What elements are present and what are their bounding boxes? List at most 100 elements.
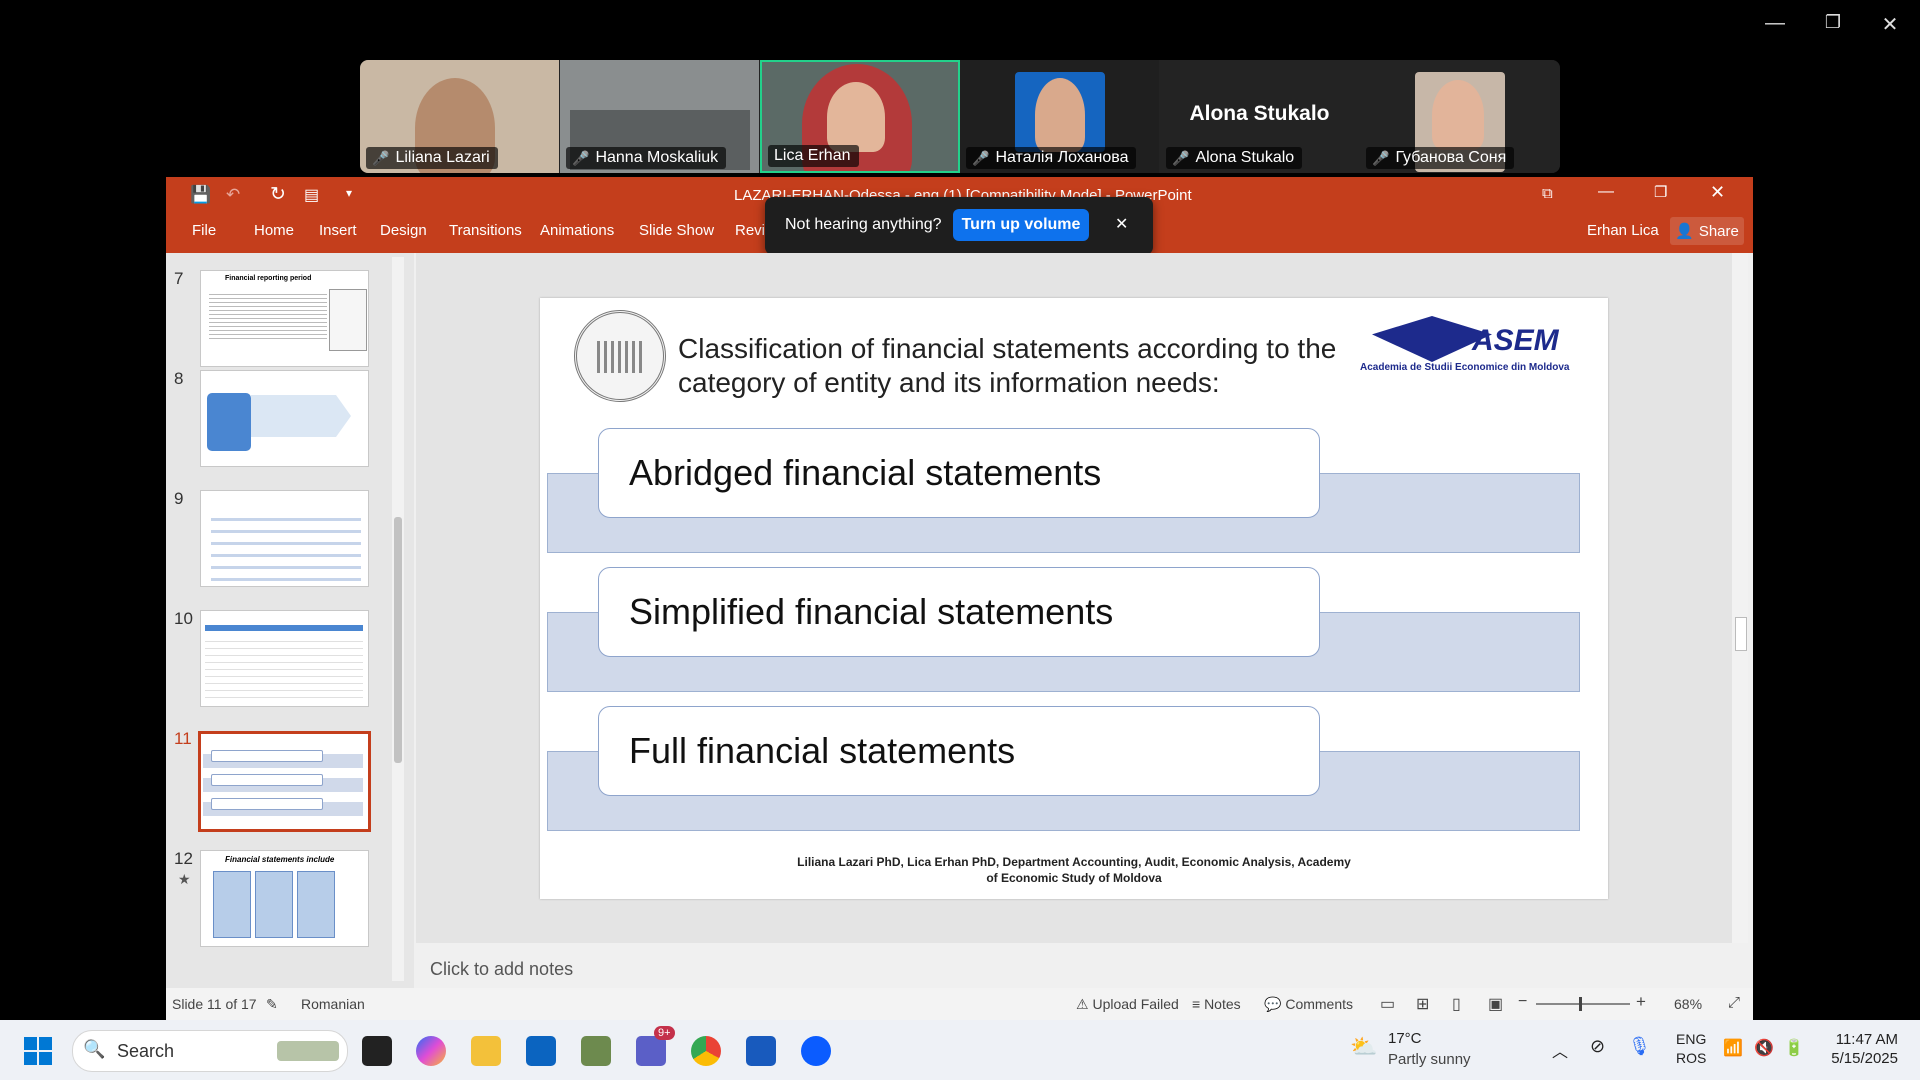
ribbon-display-icon[interactable]: ⧉ (1542, 185, 1553, 202)
reading-view-icon[interactable]: ▯ (1452, 994, 1461, 1014)
store-icon[interactable] (526, 1036, 556, 1066)
tab-insert[interactable]: Insert (319, 222, 357, 239)
participant-name: Alona Stukalo (1195, 149, 1295, 166)
save-icon[interactable]: 💾 (190, 185, 211, 205)
zoom-out-icon[interactable]: − (1518, 993, 1527, 1011)
slide-number: 12 (174, 849, 193, 868)
slide-thumbnail-panel: 7 Financial reporting period 8 9 10 11 1… (166, 253, 414, 988)
tab-animations[interactable]: Animations (540, 222, 614, 239)
slide-sorter-icon[interactable]: ⊞ (1416, 994, 1429, 1014)
slideshow-view-icon[interactable]: ▣ (1488, 994, 1503, 1014)
slide-number: 8 (174, 369, 184, 388)
notes-placeholder[interactable]: Click to add notes (430, 959, 573, 980)
participant-placeholder-name: Alona Stukalo (1189, 102, 1330, 125)
zoom-slider[interactable] (1536, 997, 1630, 1011)
person-icon: 👤 (1675, 223, 1694, 240)
share-button[interactable]: 👤 Share (1670, 217, 1744, 245)
classification-item-simplified[interactable]: Simplified financial statements (598, 567, 1320, 657)
status-bar: Slide 11 of 17 ✎ Romanian ⚠ Upload Faile… (166, 988, 1753, 1020)
customize-qat-icon[interactable]: ▾ (346, 186, 352, 200)
video-tile-alona[interactable]: Alona Stukalo 🎤 Alona Stukalo (1160, 60, 1359, 173)
video-tile-natalia[interactable]: 🎤 Наталія Лоханова (960, 60, 1159, 173)
thumbnail-slide-11-selected[interactable] (198, 731, 371, 832)
close-button[interactable]: ✕ (1870, 12, 1910, 37)
participant-name: Губанова Соня (1395, 149, 1507, 166)
classification-item-abridged[interactable]: Abridged financial statements (598, 428, 1320, 518)
teams-badge: 9+ (654, 1026, 675, 1040)
redo-icon[interactable]: ↻ (270, 183, 286, 206)
thumbnail-slide-9[interactable] (200, 490, 369, 587)
network-off-icon[interactable]: ⊘ (1590, 1036, 1605, 1057)
animation-star-icon: ★ (178, 871, 191, 887)
notes-toggle[interactable]: ≡ Notes (1192, 996, 1241, 1012)
restore-button[interactable]: ❐ (1813, 12, 1853, 33)
tab-file[interactable]: File (192, 222, 216, 239)
ppt-close-button[interactable]: ✕ (1710, 182, 1725, 203)
participant-name: Liliana Lazari (395, 149, 490, 166)
present-icon[interactable]: ▤ (304, 185, 319, 205)
ppt-restore-button[interactable]: ❐ (1654, 183, 1667, 201)
ppt-minimize-button[interactable]: — (1598, 183, 1614, 201)
tab-home[interactable]: Home (254, 222, 294, 239)
minimize-button[interactable]: — (1755, 12, 1795, 35)
slide-scrollbar[interactable] (1732, 253, 1748, 943)
volume-muted-icon[interactable]: 🔇 (1754, 1038, 1774, 1058)
task-view-icon[interactable] (362, 1036, 392, 1066)
video-tile-lica-active[interactable]: Lica Erhan (760, 60, 960, 173)
copilot-icon[interactable] (416, 1036, 446, 1066)
weather-desc[interactable]: Partly sunny (1388, 1051, 1471, 1068)
mic-muted-icon: 🎤 (972, 149, 990, 166)
tab-slide-show[interactable]: Slide Show (639, 222, 714, 239)
input-language[interactable]: ENG ROS (1676, 1030, 1706, 1068)
file-explorer-icon[interactable] (471, 1036, 501, 1066)
battery-icon[interactable]: 🔋 (1784, 1038, 1804, 1058)
normal-view-icon[interactable]: ▭ (1380, 994, 1395, 1014)
mic-muted-icon: 🎤 (372, 149, 390, 166)
thumbnail-slide-12[interactable]: Financial statements include (200, 850, 369, 947)
zoom-app-icon[interactable] (801, 1036, 831, 1066)
word-icon[interactable] (746, 1036, 776, 1066)
close-notification-icon[interactable]: ✕ (1115, 214, 1128, 234)
thumbnail-slide-7[interactable]: Financial reporting period (200, 270, 369, 367)
comments-toggle[interactable]: 💬 Comments (1264, 996, 1353, 1013)
clock[interactable]: 11:47 AM 5/15/2025 (1818, 1030, 1898, 1068)
classification-item-full[interactable]: Full financial statements (598, 706, 1320, 796)
thumbnail-slide-10[interactable] (200, 610, 369, 707)
video-tile-hanna[interactable]: 🎤 Hanna Moskaliuk (560, 60, 759, 173)
chrome-icon[interactable] (691, 1036, 721, 1066)
wifi-icon[interactable]: 📶 (1723, 1038, 1743, 1058)
zoom-level[interactable]: 68% (1674, 996, 1702, 1012)
powerpoint-window: 💾 ↶ ↻ ▤ ▾ LAZARI-ERHAN-Odessa - eng (1) … (166, 177, 1753, 1020)
mic-tray-icon[interactable]: 🎙 (1628, 1036, 1651, 1057)
slide-scroll-thumb[interactable] (1735, 617, 1747, 651)
thumbnail-scroll-thumb[interactable] (394, 517, 402, 763)
tab-design[interactable]: Design (380, 222, 427, 239)
video-tile-sonia[interactable]: 🎤 Губанова Соня (1360, 60, 1560, 173)
turn-up-volume-button[interactable]: Turn up volume (953, 209, 1089, 241)
taskbar-search[interactable]: 🔍 Search (72, 1030, 348, 1072)
app-icon[interactable] (581, 1036, 611, 1066)
weather-temp[interactable]: 17°C (1388, 1030, 1422, 1047)
slide-number: 9 (174, 489, 184, 508)
zoom-slider-thumb[interactable] (1579, 997, 1582, 1011)
undo-icon[interactable]: ↶ (226, 185, 240, 205)
participant-name: Наталія Лоханова (995, 149, 1129, 166)
notification-text: Not hearing anything? (785, 216, 942, 233)
tab-transitions[interactable]: Transitions (449, 222, 522, 239)
upload-failed-status[interactable]: ⚠ Upload Failed (1076, 996, 1179, 1013)
fit-to-window-icon[interactable]: ⤢ (1728, 994, 1740, 1011)
weather-icon: ⛅ (1350, 1034, 1378, 1059)
spelling-icon[interactable]: ✎ (266, 996, 278, 1013)
language-indicator[interactable]: Romanian (301, 996, 365, 1012)
show-hidden-icons[interactable]: ︿ (1552, 1038, 1568, 1062)
teams-icon[interactable]: 9+ (636, 1026, 675, 1066)
thumbnail-scrollbar[interactable] (392, 257, 404, 981)
slide-footer: Liliana Lazari PhD, Lica Erhan PhD, Depa… (797, 855, 1351, 885)
slide-heading: Classification of financial statements a… (678, 333, 1337, 398)
zoom-in-icon[interactable]: + (1636, 992, 1646, 1012)
mic-muted-icon: 🎤 (1372, 149, 1390, 166)
current-slide[interactable]: Classification of financial statements a… (540, 298, 1608, 899)
start-button[interactable] (24, 1037, 52, 1065)
video-tile-liliana[interactable]: 🎤 Liliana Lazari (360, 60, 559, 173)
thumbnail-slide-8[interactable] (200, 370, 369, 467)
